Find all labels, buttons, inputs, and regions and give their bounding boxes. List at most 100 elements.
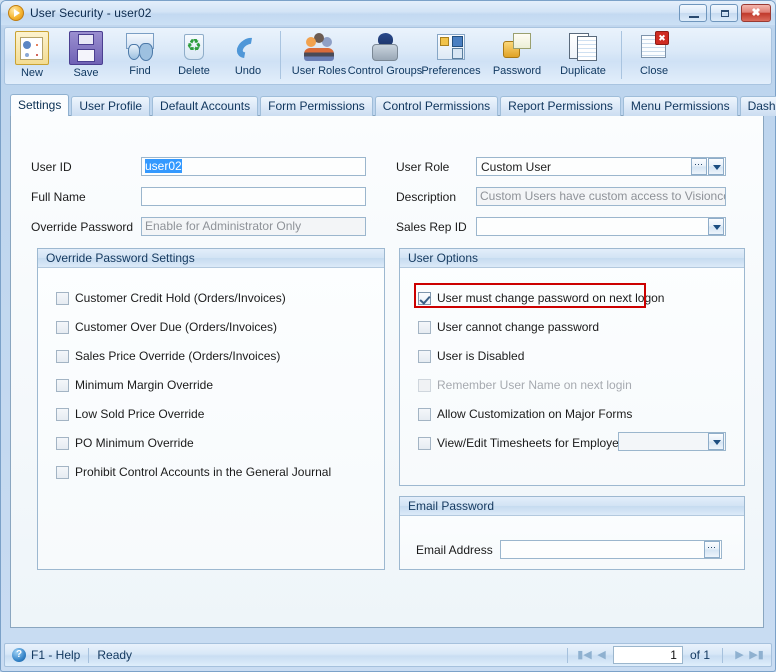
override-password-settings-title: Override Password Settings	[38, 249, 384, 268]
override-password-settings-group: Override Password Settings Customer Cred…	[37, 248, 385, 570]
checkbox-unchecked-icon[interactable]	[56, 465, 69, 479]
description-label: Description	[396, 189, 457, 204]
checkbox-label: Remember User Name on next login	[437, 378, 632, 392]
tab-menu-permissions[interactable]: Menu Permissions	[622, 96, 738, 116]
user-role-combo[interactable]: Custom User ⋯	[476, 157, 726, 176]
checkbox-unchecked-icon[interactable]	[418, 378, 431, 392]
toolbar-button-delete[interactable]: Delete	[167, 28, 221, 84]
tab-settings[interactable]: Settings	[10, 94, 70, 116]
toolbar-button-user-roles[interactable]: User Roles	[286, 28, 352, 84]
override-option-2[interactable]: Sales Price Override (Orders/Invoices)	[56, 348, 280, 364]
email-password-body: Email Address ⋯	[400, 516, 744, 569]
employee-timesheet-combo[interactable]	[618, 432, 726, 451]
next-record-icon[interactable]: ▶	[731, 646, 748, 664]
override-password-settings-body: Customer Credit Hold (Orders/Invoices) Cu…	[38, 268, 384, 569]
email-address-label: Email Address	[416, 542, 493, 557]
employee-chevron-down-icon[interactable]	[708, 433, 724, 450]
close-window-icon	[638, 31, 670, 63]
maximize-icon	[721, 10, 729, 17]
toolbar-button-preferences[interactable]: Preferences	[418, 28, 484, 84]
toolbar-button-find[interactable]: Find	[113, 28, 167, 84]
control-groups-icon	[369, 31, 401, 63]
user-option-4[interactable]: Allow Customization on Major Forms	[418, 406, 632, 422]
user-roles-icon	[303, 31, 335, 63]
email-password-title: Email Password	[400, 497, 744, 516]
minimize-button[interactable]	[679, 4, 707, 22]
email-address-input[interactable]: ⋯	[500, 540, 722, 559]
override-option-5[interactable]: PO Minimum Override	[56, 435, 194, 451]
first-record-icon[interactable]: ▮◀	[576, 646, 593, 664]
close-button[interactable]: ✖	[741, 4, 771, 22]
checkbox-unchecked-icon[interactable]	[56, 378, 69, 392]
user-option-5[interactable]: View/Edit Timesheets for Employee	[418, 435, 626, 451]
checkbox-unchecked-icon[interactable]	[56, 407, 69, 421]
checkbox-unchecked-icon[interactable]	[56, 436, 69, 450]
toolbar-label: Save	[73, 67, 99, 79]
tab-control-permissions[interactable]: Control Permissions	[374, 96, 499, 116]
user-id-input[interactable]: user02	[141, 157, 366, 176]
undo-arrow-icon	[232, 31, 264, 63]
checkbox-checked-icon[interactable]	[418, 291, 431, 305]
toolbar-button-control-groups[interactable]: Control Groups	[348, 28, 422, 84]
help-icon[interactable]: ?	[12, 648, 26, 662]
user-option-2[interactable]: User is Disabled	[418, 348, 524, 364]
checkbox-unchecked-icon[interactable]	[418, 320, 431, 334]
play-circle-icon	[8, 5, 24, 21]
checkbox-unchecked-icon[interactable]	[56, 349, 69, 363]
user-id-row: User ID user02	[31, 157, 366, 176]
toolbar-button-new[interactable]: New	[5, 28, 59, 84]
tab-user-profile[interactable]: User Profile	[71, 96, 151, 116]
description-input: Custom Users have custom access to Visio…	[476, 187, 726, 206]
checkbox-label: Prohibit Control Accounts in the General…	[75, 465, 332, 479]
help-label[interactable]: F1 - Help	[31, 648, 80, 662]
tab-default-accounts[interactable]: Default Accounts	[152, 96, 259, 116]
user-role-lookup-icon[interactable]: ⋯	[691, 158, 707, 175]
last-record-icon[interactable]: ▶▮	[748, 646, 765, 664]
toolbar-button-close[interactable]: Close	[627, 28, 681, 84]
tab-report-permissions[interactable]: Report Permissions	[500, 96, 621, 116]
checkbox-unchecked-icon[interactable]	[56, 291, 69, 305]
checkbox-label: User is Disabled	[437, 349, 525, 363]
user-option-0[interactable]: User must change password on next logon	[418, 290, 664, 306]
previous-record-icon[interactable]: ◀	[593, 646, 610, 664]
override-option-4[interactable]: Low Sold Price Override	[56, 406, 204, 422]
override-password-input[interactable]: Enable for Administrator Only	[141, 217, 366, 236]
description-row: Description Custom Users have custom acc…	[396, 187, 726, 206]
checkbox-label: View/Edit Timesheets for Employee	[437, 436, 626, 450]
user-role-chevron-down-icon[interactable]	[708, 158, 724, 175]
override-option-6[interactable]: Prohibit Control Accounts in the General…	[56, 464, 331, 480]
checkbox-unchecked-icon[interactable]	[56, 320, 69, 334]
override-option-1[interactable]: Customer Over Due (Orders/Invoices)	[56, 319, 277, 335]
full-name-label: Full Name	[31, 189, 86, 204]
checkbox-label: User must change password on next logon	[437, 291, 665, 305]
override-option-0[interactable]: Customer Credit Hold (Orders/Invoices)	[56, 290, 286, 306]
toolbar-button-duplicate[interactable]: Duplicate	[550, 28, 616, 84]
duplicate-icon	[567, 31, 599, 63]
checkbox-unchecked-icon[interactable]	[418, 436, 431, 450]
toolbar-button-save[interactable]: Save	[59, 28, 113, 84]
toolbar-button-undo[interactable]: Undo	[221, 28, 275, 84]
page-number-input[interactable]: 1	[612, 646, 683, 664]
user-option-3[interactable]: Remember User Name on next login	[418, 377, 632, 393]
toolbar-label: Password	[492, 65, 542, 77]
checkbox-label: Customer Over Due (Orders/Invoices)	[75, 320, 278, 334]
toolbar-button-password[interactable]: Password	[484, 28, 550, 84]
sales-rep-row: Sales Rep ID	[396, 217, 726, 236]
tab-dashboard-permissions[interactable]: Dashboard Permissions	[739, 96, 776, 116]
user-role-value: Custom User	[481, 159, 552, 174]
tab-form-permissions[interactable]: Form Permissions	[260, 96, 373, 116]
window-controls: ✖	[679, 4, 771, 22]
user-id-label: User ID	[31, 159, 72, 174]
email-lookup-icon[interactable]: ⋯	[704, 541, 720, 558]
maximize-button[interactable]	[710, 4, 738, 22]
checkbox-unchecked-icon[interactable]	[418, 349, 431, 363]
override-option-3[interactable]: Minimum Margin Override	[56, 377, 213, 393]
full-name-input[interactable]	[141, 187, 366, 206]
user-option-1[interactable]: User cannot change password	[418, 319, 599, 335]
sales-rep-chevron-down-icon[interactable]	[708, 218, 724, 235]
checkbox-unchecked-icon[interactable]	[418, 407, 431, 421]
nav-separator-right	[722, 647, 723, 663]
password-lock-icon	[501, 31, 533, 63]
email-address-row: Email Address ⋯	[416, 540, 722, 559]
sales-rep-id-combo[interactable]	[476, 217, 726, 236]
